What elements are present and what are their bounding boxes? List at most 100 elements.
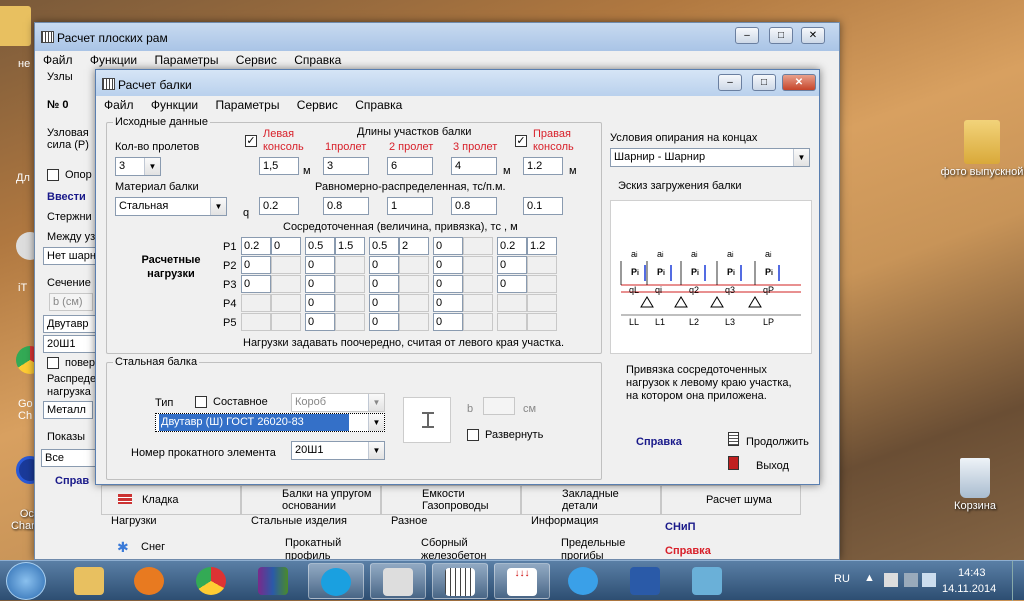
load-value-cell[interactable]: 0 bbox=[433, 313, 463, 331]
module-snow[interactable]: ✱ Снег bbox=[101, 531, 241, 561]
material-select[interactable]: Стальная ▼ bbox=[115, 197, 227, 216]
show-desktop-button[interactable] bbox=[1012, 561, 1024, 601]
load-offset-cell[interactable] bbox=[527, 294, 557, 312]
support-checkbox[interactable] bbox=[47, 169, 59, 181]
load-offset-cell[interactable] bbox=[335, 256, 365, 274]
load-value-cell[interactable]: 0 bbox=[369, 294, 399, 312]
show-select[interactable]: Все bbox=[41, 449, 101, 467]
load-value-cell[interactable] bbox=[241, 294, 271, 312]
load-value-cell[interactable]: 0 bbox=[305, 275, 335, 293]
language-indicator[interactable]: RU bbox=[834, 573, 850, 585]
q-left[interactable]: 0.2 bbox=[259, 197, 299, 215]
span1-length[interactable]: 3 bbox=[323, 157, 369, 175]
desktop-icon-photo-folder[interactable]: фото выпускной bbox=[940, 120, 1024, 178]
start-button[interactable] bbox=[6, 562, 46, 600]
module-tanks[interactable]: Емкости Газопроводы bbox=[381, 485, 521, 515]
composite-checkbox[interactable] bbox=[195, 396, 207, 408]
menu-parameters[interactable]: Параметры bbox=[215, 98, 279, 112]
help-link-red[interactable]: Справка bbox=[665, 545, 711, 557]
load-value-cell[interactable]: 0 bbox=[497, 275, 527, 293]
load-offset-cell[interactable]: 2 bbox=[399, 237, 429, 255]
load-value-cell[interactable] bbox=[497, 294, 527, 312]
load-offset-cell[interactable] bbox=[271, 313, 301, 331]
load-value-cell[interactable]: 0 bbox=[433, 256, 463, 274]
load-offset-cell[interactable] bbox=[399, 256, 429, 274]
load-offset-cell[interactable] bbox=[527, 256, 557, 274]
left-console-length[interactable]: 1,5 bbox=[259, 157, 299, 175]
right-console-checkbox[interactable]: ✓ bbox=[515, 135, 527, 147]
menu-file[interactable]: Файл bbox=[43, 53, 73, 67]
between-select[interactable]: Нет шарн bbox=[43, 247, 99, 265]
section-num-field[interactable]: 20Ш1 bbox=[43, 335, 99, 353]
load-offset-cell[interactable] bbox=[463, 275, 493, 293]
tray-flag-icon[interactable] bbox=[884, 573, 898, 587]
load-value-cell[interactable]: 0.5 bbox=[305, 237, 335, 255]
module-limits[interactable]: Предельные прогибы bbox=[521, 531, 661, 562]
load-offset-cell[interactable] bbox=[335, 275, 365, 293]
q-span2[interactable]: 1 bbox=[387, 197, 433, 215]
load-value-cell[interactable]: 0 bbox=[433, 275, 463, 293]
help-button[interactable]: Справка bbox=[636, 436, 682, 448]
material-field[interactable]: Металл bbox=[43, 401, 93, 419]
taskbar-photos[interactable] bbox=[680, 563, 736, 599]
snip-link[interactable]: СНиП bbox=[665, 521, 696, 533]
menu-help[interactable]: Справка bbox=[294, 53, 341, 67]
minimize-button[interactable]: – bbox=[735, 27, 759, 44]
expand-checkbox[interactable] bbox=[467, 429, 479, 441]
enter-button[interactable]: Ввести bbox=[47, 191, 86, 203]
taskbar-app-b[interactable] bbox=[370, 563, 426, 599]
section-select[interactable]: Двутавр bbox=[43, 315, 99, 333]
menu-functions[interactable]: Функции bbox=[151, 98, 198, 112]
element-number-select[interactable]: 20Ш1 ▼ bbox=[291, 441, 385, 460]
module-noise[interactable]: Расчет шума bbox=[661, 485, 801, 515]
load-value-cell[interactable]: 0 bbox=[433, 294, 463, 312]
load-offset-cell[interactable] bbox=[399, 313, 429, 331]
taskbar-winrar[interactable] bbox=[246, 563, 302, 599]
clock-date[interactable]: 14.11.2014 bbox=[942, 583, 996, 595]
load-value-cell[interactable] bbox=[241, 313, 271, 331]
profile-select[interactable]: Двутавр (Ш) ГОСТ 26020-83 ▼ bbox=[155, 413, 385, 432]
load-offset-cell[interactable]: 0 bbox=[271, 237, 301, 255]
taskbar-skype[interactable] bbox=[308, 563, 364, 599]
q-span3[interactable]: 0.8 bbox=[451, 197, 497, 215]
maximize-button[interactable]: □ bbox=[769, 27, 793, 44]
load-value-cell[interactable]: 0 bbox=[369, 275, 399, 293]
load-offset-cell[interactable] bbox=[335, 294, 365, 312]
load-value-cell[interactable]: 0.2 bbox=[497, 237, 527, 255]
load-value-cell[interactable]: 0 bbox=[305, 256, 335, 274]
desktop-icon-recycle-bin[interactable]: Корзина bbox=[940, 458, 1010, 512]
menu-help[interactable]: Справка bbox=[355, 98, 402, 112]
box-select[interactable]: Короб ▼ bbox=[291, 393, 385, 412]
load-offset-cell[interactable] bbox=[527, 313, 557, 331]
b-field[interactable]: b (см) bbox=[49, 293, 93, 311]
load-value-cell[interactable]: 0 bbox=[369, 313, 399, 331]
load-value-cell[interactable]: 0 bbox=[497, 256, 527, 274]
help-link[interactable]: Справ bbox=[55, 475, 89, 487]
load-offset-cell[interactable] bbox=[463, 237, 493, 255]
module-masonry[interactable]: Кладка bbox=[101, 485, 241, 515]
right-console-length[interactable]: 1.2 bbox=[523, 157, 563, 175]
load-value-cell[interactable]: 0 bbox=[241, 275, 271, 293]
load-offset-cell[interactable] bbox=[463, 313, 493, 331]
q-right[interactable]: 0.1 bbox=[523, 197, 563, 215]
module-precast[interactable]: Сборный железобетон bbox=[381, 531, 521, 562]
continue-button[interactable]: Продолжить bbox=[746, 436, 809, 448]
load-offset-cell[interactable] bbox=[271, 294, 301, 312]
taskbar-chrome[interactable] bbox=[184, 563, 240, 599]
load-value-cell[interactable]: 0 bbox=[305, 313, 335, 331]
tray-arrow-icon[interactable]: ▲ bbox=[864, 572, 875, 584]
rotate-checkbox[interactable] bbox=[47, 357, 59, 369]
tray-volume-icon[interactable] bbox=[922, 573, 936, 587]
menu-service[interactable]: Сервис bbox=[297, 98, 338, 112]
close-button[interactable]: ✕ bbox=[801, 27, 825, 44]
menu-parameters[interactable]: Параметры bbox=[154, 53, 218, 67]
load-offset-cell[interactable]: 1.2 bbox=[527, 237, 557, 255]
tray-network-icon[interactable] bbox=[904, 573, 918, 587]
load-value-cell[interactable]: 0 bbox=[241, 256, 271, 274]
load-value-cell[interactable] bbox=[497, 313, 527, 331]
module-foundations[interactable]: Балки на упругом основании bbox=[241, 485, 381, 515]
load-value-cell[interactable]: 0 bbox=[433, 237, 463, 255]
load-value-cell[interactable]: 0 bbox=[369, 256, 399, 274]
load-offset-cell[interactable] bbox=[463, 256, 493, 274]
module-embedded[interactable]: Закладные детали bbox=[521, 485, 661, 515]
